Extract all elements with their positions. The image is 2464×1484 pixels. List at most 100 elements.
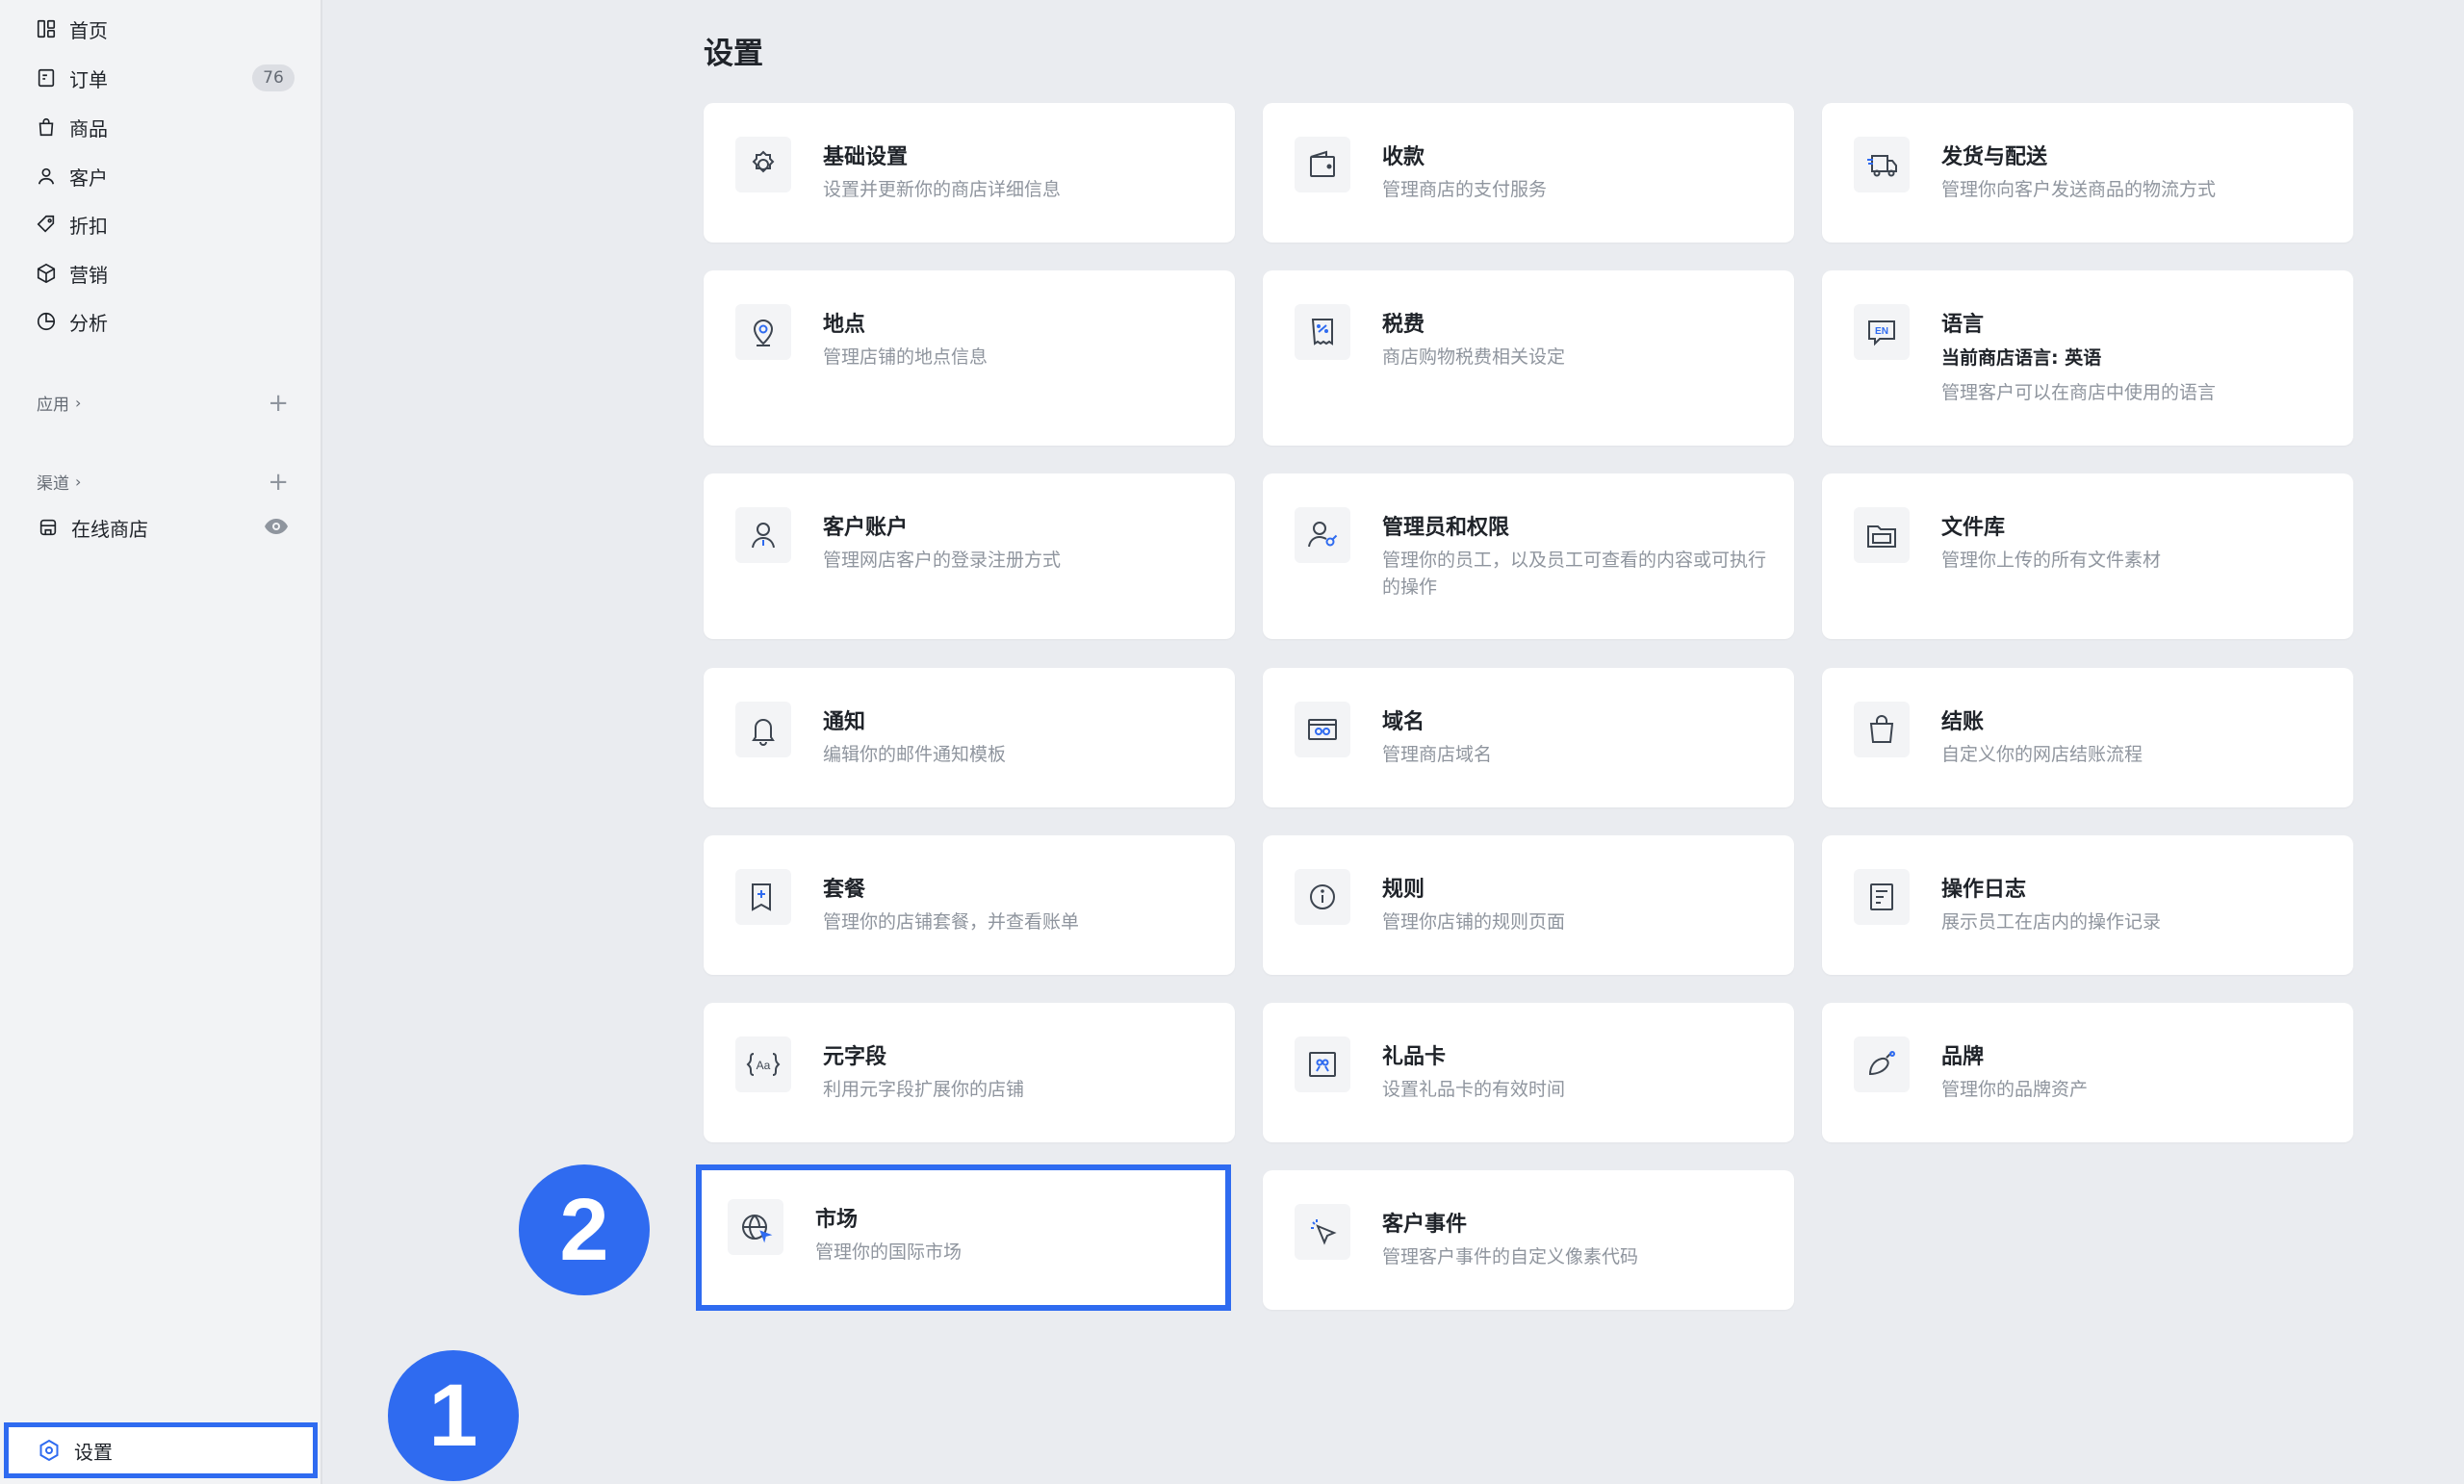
- log-icon: [1854, 869, 1910, 925]
- checkout-bag-icon: [1854, 702, 1910, 757]
- info-icon: [1295, 869, 1350, 925]
- order-count-badge: 76: [252, 64, 295, 91]
- settings-card-languages[interactable]: EN 语言 当前商店语言: 英语 管理客户可以在商店中使用的语言: [1822, 270, 2353, 446]
- sidebar-item-online-store[interactable]: 在线商店: [37, 510, 289, 545]
- svg-text:Aa: Aa: [757, 1059, 771, 1072]
- card-description: 管理你上传的所有文件素材: [1941, 550, 2162, 571]
- tag-icon: [35, 213, 58, 236]
- gear-icon: [38, 1439, 61, 1462]
- sidebar-item-label: 营销: [69, 263, 108, 287]
- card-title: 规则: [1382, 878, 1425, 902]
- gift-card-icon: [1295, 1036, 1350, 1092]
- sidebar-item-analytics[interactable]: 分析: [35, 304, 295, 339]
- apps-section-label: 应用: [37, 396, 69, 415]
- card-description: 管理你店铺的规则页面: [1382, 911, 1566, 933]
- card-description: 管理网店客户的登录注册方式: [823, 550, 1062, 571]
- settings-card-payments[interactable]: 收款 管理商店的支付服务: [1263, 103, 1794, 243]
- card-title: 地点: [823, 313, 866, 337]
- sidebar-item-settings[interactable]: 设置: [4, 1422, 318, 1478]
- card-description: 展示员工在店内的操作记录: [1941, 911, 2162, 933]
- metafield-icon: Aa: [735, 1036, 791, 1092]
- order-icon: [35, 66, 58, 90]
- settings-card-taxes[interactable]: 税费 商店购物税费相关设定: [1263, 270, 1794, 446]
- sidebar-item-marketing[interactable]: 营销: [35, 256, 295, 291]
- card-title: 语言: [1941, 313, 1985, 337]
- card-description: 设置礼品卡的有效时间: [1382, 1079, 1566, 1100]
- sidebar-item-discounts[interactable]: 折扣: [35, 207, 295, 242]
- cube-icon: [35, 262, 58, 285]
- settings-card-plan[interactable]: 套餐 管理你的店铺套餐，并查看账单: [704, 835, 1235, 975]
- settings-card-domains[interactable]: 域名 管理商店域名: [1263, 668, 1794, 807]
- card-title: 操作日志: [1941, 878, 2027, 902]
- account-icon: [735, 507, 791, 563]
- user-icon: [35, 165, 58, 188]
- receipt-icon: [1295, 304, 1350, 360]
- sidebar-item-label: 在线商店: [71, 517, 148, 541]
- card-description: 管理客户事件的自定义像素代码: [1382, 1246, 1639, 1267]
- card-description: 管理你向客户发送商品的物流方式: [1941, 179, 2217, 200]
- settings-card-customer-accounts[interactable]: 客户账户 管理网店客户的登录注册方式: [704, 473, 1235, 639]
- pie-icon: [35, 310, 58, 333]
- apps-section-header[interactable]: 应用 › +: [37, 391, 289, 416]
- card-description: 自定义你的网店结账流程: [1941, 744, 2143, 765]
- sidebar-item-label: 分析: [69, 311, 108, 335]
- settings-card-checkout[interactable]: 结账 自定义你的网店结账流程: [1822, 668, 2353, 807]
- settings-card-customer-events[interactable]: 客户事件 管理客户事件的自定义像素代码: [1263, 1170, 1794, 1310]
- add-app-icon[interactable]: +: [268, 391, 289, 416]
- card-description: 管理你的品牌资产: [1941, 1079, 2089, 1100]
- settings-card-markets[interactable]: 市场 管理你的国际市场: [696, 1164, 1231, 1311]
- sidebar-item-orders[interactable]: 订单 76: [35, 61, 295, 95]
- card-title: 市场: [815, 1208, 859, 1232]
- language-icon: EN: [1854, 304, 1910, 360]
- card-description: 设置并更新你的商店详细信息: [823, 179, 1062, 200]
- settings-card-notifications[interactable]: 通知 编辑你的邮件通知模板: [704, 668, 1235, 807]
- svg-text:EN: EN: [1875, 326, 1888, 337]
- card-title: 域名: [1382, 710, 1425, 734]
- settings-card-gift-cards[interactable]: 礼品卡 设置礼品卡的有效时间: [1263, 1003, 1794, 1142]
- cursor-icon: [1295, 1204, 1350, 1260]
- settings-card-file-library[interactable]: 文件库 管理你上传的所有文件素材: [1822, 473, 2353, 639]
- sidebar-item-customers[interactable]: 客户: [35, 159, 295, 193]
- card-description: 管理你的国际市场: [815, 1241, 962, 1263]
- card-title: 收款: [1382, 145, 1425, 169]
- card-description: 管理店铺的地点信息: [823, 346, 988, 368]
- eye-icon[interactable]: [264, 516, 289, 537]
- admin-icon: [1295, 507, 1350, 563]
- settings-card-general[interactable]: 基础设置 设置并更新你的商店详细信息: [704, 103, 1235, 243]
- bag-icon: [35, 115, 58, 139]
- page-title: 设置: [704, 37, 763, 71]
- card-title: 发货与配送: [1941, 145, 2048, 169]
- settings-card-shipping[interactable]: 发货与配送 管理你向客户发送商品的物流方式: [1822, 103, 2353, 243]
- sidebar-item-home[interactable]: 首页: [35, 12, 295, 46]
- settings-card-brand[interactable]: 品牌 管理你的品牌资产: [1822, 1003, 2353, 1142]
- card-description: 管理商店域名: [1382, 744, 1493, 765]
- card-title: 税费: [1382, 313, 1425, 337]
- card-title: 品牌: [1941, 1045, 1985, 1069]
- dashboard-icon: [35, 17, 58, 40]
- card-title: 管理员和权限: [1382, 516, 1510, 540]
- card-title: 礼品卡: [1382, 1045, 1447, 1069]
- truck-icon: [1854, 137, 1910, 192]
- store-icon: [37, 516, 60, 539]
- card-description: 商店购物税费相关设定: [1382, 346, 1566, 368]
- settings-card-policies[interactable]: 规则 管理你店铺的规则页面: [1263, 835, 1794, 975]
- sidebar-item-label: 商品: [69, 116, 108, 141]
- gear-icon: [735, 137, 791, 192]
- sidebar-item-label: 折扣: [69, 214, 108, 238]
- domain-icon: [1295, 702, 1350, 757]
- add-channel-icon[interactable]: +: [268, 470, 289, 495]
- card-description: 管理你的员工，以及员工可查看的内容或可执行的操作: [1382, 550, 1767, 598]
- card-description: 利用元字段扩展你的店铺: [823, 1079, 1025, 1100]
- plan-icon: [735, 869, 791, 925]
- settings-card-admins-permissions[interactable]: 管理员和权限 管理你的员工，以及员工可查看的内容或可执行的操作: [1263, 473, 1794, 639]
- settings-card-locations[interactable]: 地点 管理店铺的地点信息: [704, 270, 1235, 446]
- step-marker-1: 1: [388, 1350, 519, 1481]
- current-language-text: 当前商店语言: 英语: [1941, 347, 2102, 369]
- channels-section-header[interactable]: 渠道 › +: [37, 470, 289, 495]
- card-description: 管理商店的支付服务: [1382, 179, 1548, 200]
- sidebar-item-label: 设置: [74, 1440, 113, 1464]
- sidebar-item-products[interactable]: 商品: [35, 110, 295, 144]
- channels-section-label: 渠道: [37, 474, 69, 494]
- settings-card-activity-log[interactable]: 操作日志 展示员工在店内的操作记录: [1822, 835, 2353, 975]
- settings-card-metafields[interactable]: Aa 元字段 利用元字段扩展你的店铺: [704, 1003, 1235, 1142]
